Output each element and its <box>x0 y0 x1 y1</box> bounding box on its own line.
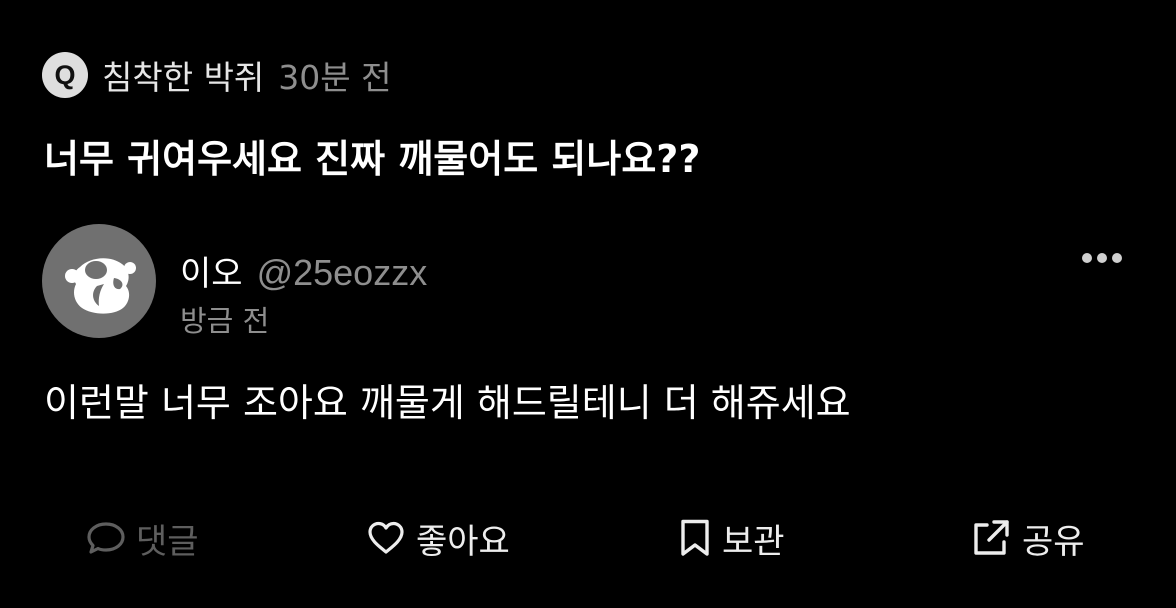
comment-bubble-icon <box>87 522 125 554</box>
save-label: 보관 <box>722 521 785 562</box>
asker-name[interactable]: 침착한 박쥐 <box>102 51 264 99</box>
avatar[interactable] <box>42 224 156 338</box>
share-external-icon <box>974 520 1009 555</box>
answer-text: 이런말 너무 조아요 깨물게 해드릴테니 더 해쥬세요 <box>44 381 851 425</box>
save-button[interactable]: 보관 <box>678 508 785 568</box>
share-label: 공유 <box>1022 521 1085 562</box>
panda-avatar-icon <box>65 258 136 314</box>
asked-time: 30분 전 <box>278 58 392 97</box>
question-badge-icon: Q <box>42 52 88 98</box>
question-text: 너무 귀여우세요 진짜 깨물어도 되나요?? <box>44 137 701 181</box>
more-dot <box>1112 253 1122 263</box>
action-bar: 댓글 좋아요 보관 공유 <box>0 508 1176 568</box>
like-button[interactable]: 좋아요 <box>366 508 510 568</box>
more-options-button[interactable] <box>1078 244 1126 272</box>
comment-button[interactable]: 댓글 <box>86 508 199 568</box>
answer-handle[interactable]: @25eozzx <box>257 252 428 294</box>
share-button[interactable]: 공유 <box>970 508 1085 568</box>
question-header: Q 침착한 박쥐 30분 전 <box>42 52 392 98</box>
more-dot <box>1097 253 1107 263</box>
comment-label: 댓글 <box>136 521 199 562</box>
like-label: 좋아요 <box>416 521 510 562</box>
answer-display-name[interactable]: 이오 <box>180 246 243 295</box>
more-horizontal-icon <box>1082 253 1092 263</box>
bookmark-icon <box>681 519 709 556</box>
answer-time: 방금 전 <box>180 304 270 338</box>
answer-author-row: 이오 @25eozzx <box>180 246 427 295</box>
heart-icon <box>368 521 404 554</box>
